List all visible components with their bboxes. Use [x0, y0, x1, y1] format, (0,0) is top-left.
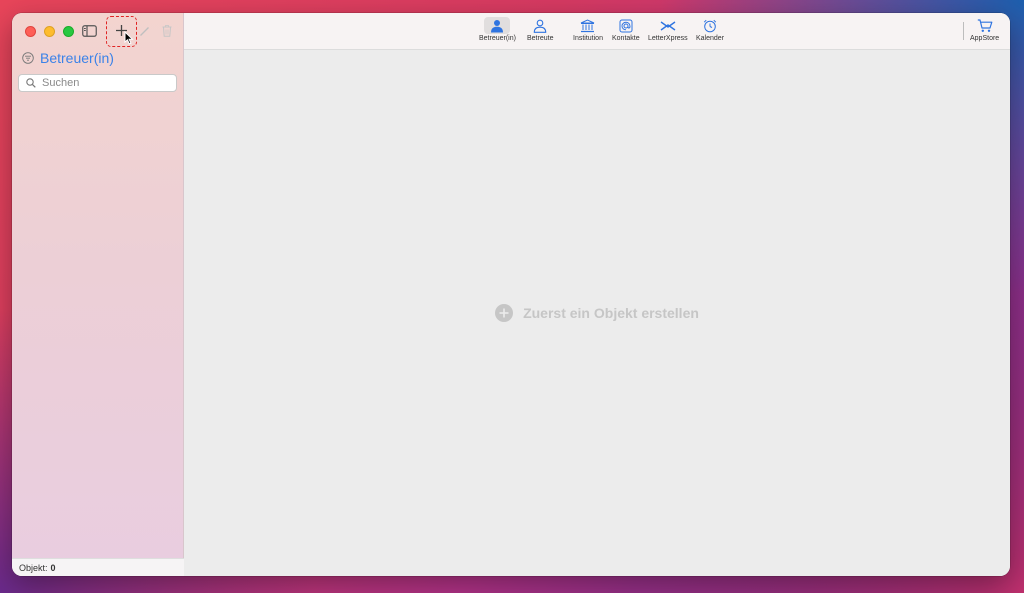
section-header: Betreuer(in) [22, 50, 114, 66]
tab-label: Betreute [527, 35, 554, 42]
trash-icon [162, 25, 172, 37]
status-footer: Objekt: 0 [12, 558, 184, 576]
maximize-window-button[interactable] [63, 26, 74, 37]
tab-label: Kalender [696, 35, 725, 42]
tab-kalender[interactable]: Kalender [696, 17, 724, 46]
person-outline-icon [533, 19, 547, 33]
empty-state-message: Zuerst ein Objekt erstellen [523, 305, 699, 321]
tab-label: Institution [573, 35, 603, 42]
app-window: Betreuer(in) Objekt: 0 Be [12, 13, 1010, 576]
tab-letterxpress[interactable]: LetterXpress [648, 17, 688, 46]
delete-button[interactable] [156, 21, 178, 41]
object-count-label: Objekt: [19, 562, 48, 573]
section-title: Betreuer(in) [40, 50, 114, 66]
search-field[interactable] [18, 74, 177, 92]
search-icon [26, 78, 36, 88]
at-book-icon [619, 19, 633, 32]
minimize-window-button[interactable] [44, 26, 55, 37]
tab-institution[interactable]: Institution [573, 17, 603, 46]
empty-state: Zuerst ein Objekt erstellen [184, 50, 1010, 576]
window-controls [25, 26, 74, 37]
bank-icon [581, 18, 595, 32]
cart-icon [977, 18, 992, 32]
edit-button[interactable] [133, 21, 155, 41]
plus-circle-icon[interactable] [495, 304, 514, 322]
tab-betreuer[interactable]: Betreuer(in) [479, 17, 516, 46]
tab-label: LetterXpress [648, 35, 688, 42]
letterxpress-icon [660, 20, 676, 31]
pencil-icon [139, 26, 149, 36]
object-count-value: 0 [50, 562, 56, 573]
search-input[interactable] [42, 77, 162, 89]
toolbar-divider [963, 22, 964, 40]
appstore-label: AppStore [970, 35, 1000, 42]
sidebar: Betreuer(in) Objekt: 0 [12, 13, 184, 576]
tab-label: Kontakte [612, 35, 640, 42]
sidebar-icon [81, 25, 97, 37]
alarm-clock-icon [703, 19, 717, 32]
sidebar-toggle-button[interactable] [78, 21, 100, 41]
person-filled-icon [491, 19, 504, 32]
mouse-cursor-icon [124, 31, 134, 45]
appstore-button[interactable]: AppStore [970, 17, 999, 46]
tab-kontakte[interactable]: Kontakte [612, 17, 640, 46]
tab-label: Betreuer(in) [479, 35, 516, 42]
filter-icon[interactable] [22, 52, 34, 64]
close-window-button[interactable] [25, 26, 36, 37]
tab-betreute[interactable]: Betreute [527, 17, 553, 46]
main-area: Betreuer(in) Betreute Institution Kontak… [184, 13, 1010, 576]
top-toolbar: Betreuer(in) Betreute Institution Kontak… [184, 13, 1010, 50]
